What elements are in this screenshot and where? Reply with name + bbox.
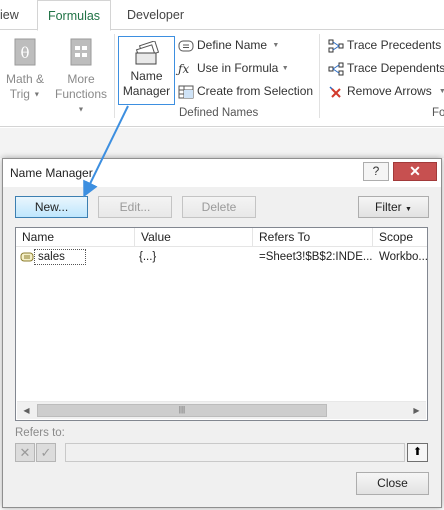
refers-to-input[interactable]: [65, 443, 405, 462]
formulas-ribbon: iew Formulas Developer θ Math & Trig ▼ M…: [0, 0, 444, 128]
refers-to-label: Refers to:: [15, 427, 65, 439]
row-name: sales: [38, 251, 65, 263]
column-header-refers-to[interactable]: Refers To: [253, 228, 373, 247]
new-button[interactable]: New...: [15, 196, 88, 218]
use-in-formula-label: Use in Formula: [197, 61, 279, 75]
close-x-button[interactable]: ✕: [393, 162, 437, 181]
edit-button[interactable]: Edit...: [98, 196, 172, 218]
formula-auditing-group-label: Fo: [432, 107, 444, 119]
dialog-titlebar[interactable]: Name Manager ? ✕: [3, 159, 441, 187]
trace-dependents-label: Trace Dependents: [347, 61, 444, 75]
define-name-icon: [178, 39, 194, 53]
math-trig-button[interactable]: θ Math & Trig ▼: [2, 38, 48, 102]
cancel-edit-button[interactable]: ✕: [15, 443, 35, 462]
new-button-label: New...: [34, 200, 69, 214]
delete-button[interactable]: Delete: [182, 196, 256, 218]
list-header: Name Value Refers To Scope: [16, 228, 427, 247]
chevron-down-icon: ▼: [438, 87, 444, 95]
table-row[interactable]: sales {...} =Sheet3!$B$2:INDE... Workbo.…: [16, 248, 427, 266]
name-manager-label-1: Name: [130, 69, 163, 83]
name-manager-icon: [135, 41, 159, 65]
column-header-scope[interactable]: Scope: [373, 228, 427, 247]
names-list[interactable]: Name Value Refers To Scope sales {...} =…: [15, 227, 428, 421]
remove-arrows-button[interactable]: Remove Arrows ▼: [328, 81, 444, 101]
tab-developer[interactable]: Developer: [127, 0, 184, 30]
more-functions-label-2: Functions: [54, 87, 108, 101]
edit-button-label: Edit...: [119, 200, 151, 214]
scroll-right-icon[interactable]: ▶: [408, 402, 425, 419]
trace-precedents-label: Trace Precedents: [347, 38, 442, 52]
fx-icon: ƒx: [178, 61, 190, 76]
create-from-selection-label: Create from Selection: [197, 84, 314, 98]
scrollbar-thumb[interactable]: |||: [37, 404, 327, 417]
remove-arrows-icon: [328, 85, 344, 99]
function-book-icon: [70, 38, 92, 66]
remove-arrows-label: Remove Arrows: [347, 84, 432, 98]
trace-dependents-icon: [328, 62, 344, 76]
column-header-value[interactable]: Value: [135, 228, 253, 247]
create-from-selection-button[interactable]: Create from Selection: [178, 81, 313, 101]
ribbon-bottom-border: [0, 126, 444, 127]
group-separator: [319, 34, 320, 118]
filter-button-label: Filter: [375, 200, 402, 214]
tab-formulas[interactable]: Formulas: [37, 0, 111, 31]
chevron-down-icon: ▼: [405, 206, 412, 213]
scroll-left-icon[interactable]: ◀: [18, 402, 35, 419]
worksheet-background: [0, 128, 444, 158]
trace-precedents-button[interactable]: Trace Precedents: [328, 35, 441, 55]
chevron-down-icon: ▼: [281, 64, 289, 72]
chevron-down-icon: ▼: [270, 41, 280, 49]
row-refers-to: =Sheet3!$B$2:INDE...: [259, 251, 373, 263]
name-manager-label-2: Manager: [122, 84, 171, 98]
checkmark-icon: ✓: [40, 445, 52, 460]
chevron-down-icon: ▼: [77, 106, 85, 114]
more-functions-button[interactable]: More Functions ▼: [50, 38, 112, 117]
chevron-down-icon: ▼: [33, 91, 41, 99]
math-trig-label-1: Math &: [5, 72, 44, 86]
define-name-button[interactable]: Define Name ▼: [178, 35, 279, 55]
cross-icon: ✕: [19, 445, 31, 460]
close-button-label: Close: [377, 476, 408, 490]
defined-names-group-label: Defined Names: [179, 107, 259, 119]
row-scope: Workbo...: [379, 251, 427, 263]
named-range-icon: [20, 252, 34, 262]
trace-precedents-icon: [328, 39, 344, 53]
define-name-label: Define Name: [197, 38, 268, 52]
theta-book-icon: θ: [14, 38, 36, 66]
name-manager-button[interactable]: Name Manager: [118, 36, 175, 105]
dialog-title: Name Manager: [10, 166, 93, 180]
close-button[interactable]: Close: [356, 472, 429, 495]
math-trig-label-2: Trig: [9, 87, 30, 101]
name-manager-dialog: Name Manager ? ✕ New... Edit... Delete F…: [2, 158, 442, 508]
collapse-dialog-button[interactable]: ⬆: [407, 443, 428, 462]
help-button[interactable]: ?: [363, 162, 389, 181]
use-in-formula-button[interactable]: ƒx Use in Formula ▼: [178, 58, 289, 78]
ribbon-tab-bar: iew Formulas Developer: [0, 0, 444, 31]
trace-dependents-button[interactable]: Trace Dependents: [328, 58, 444, 78]
more-functions-label-1: More: [67, 72, 95, 86]
svg-text:θ: θ: [20, 44, 29, 62]
column-header-name[interactable]: Name: [16, 228, 135, 247]
horizontal-scrollbar[interactable]: ◀ ||| ▶: [17, 401, 426, 419]
arrow-up-icon: ⬆: [412, 446, 423, 458]
group-separator: [114, 34, 115, 118]
table-grid-icon: [178, 85, 194, 99]
tab-view[interactable]: iew: [0, 0, 19, 30]
delete-button-label: Delete: [201, 200, 237, 214]
filter-button[interactable]: Filter ▼: [358, 196, 429, 218]
row-value: {...}: [139, 251, 157, 263]
confirm-edit-button[interactable]: ✓: [36, 443, 56, 462]
